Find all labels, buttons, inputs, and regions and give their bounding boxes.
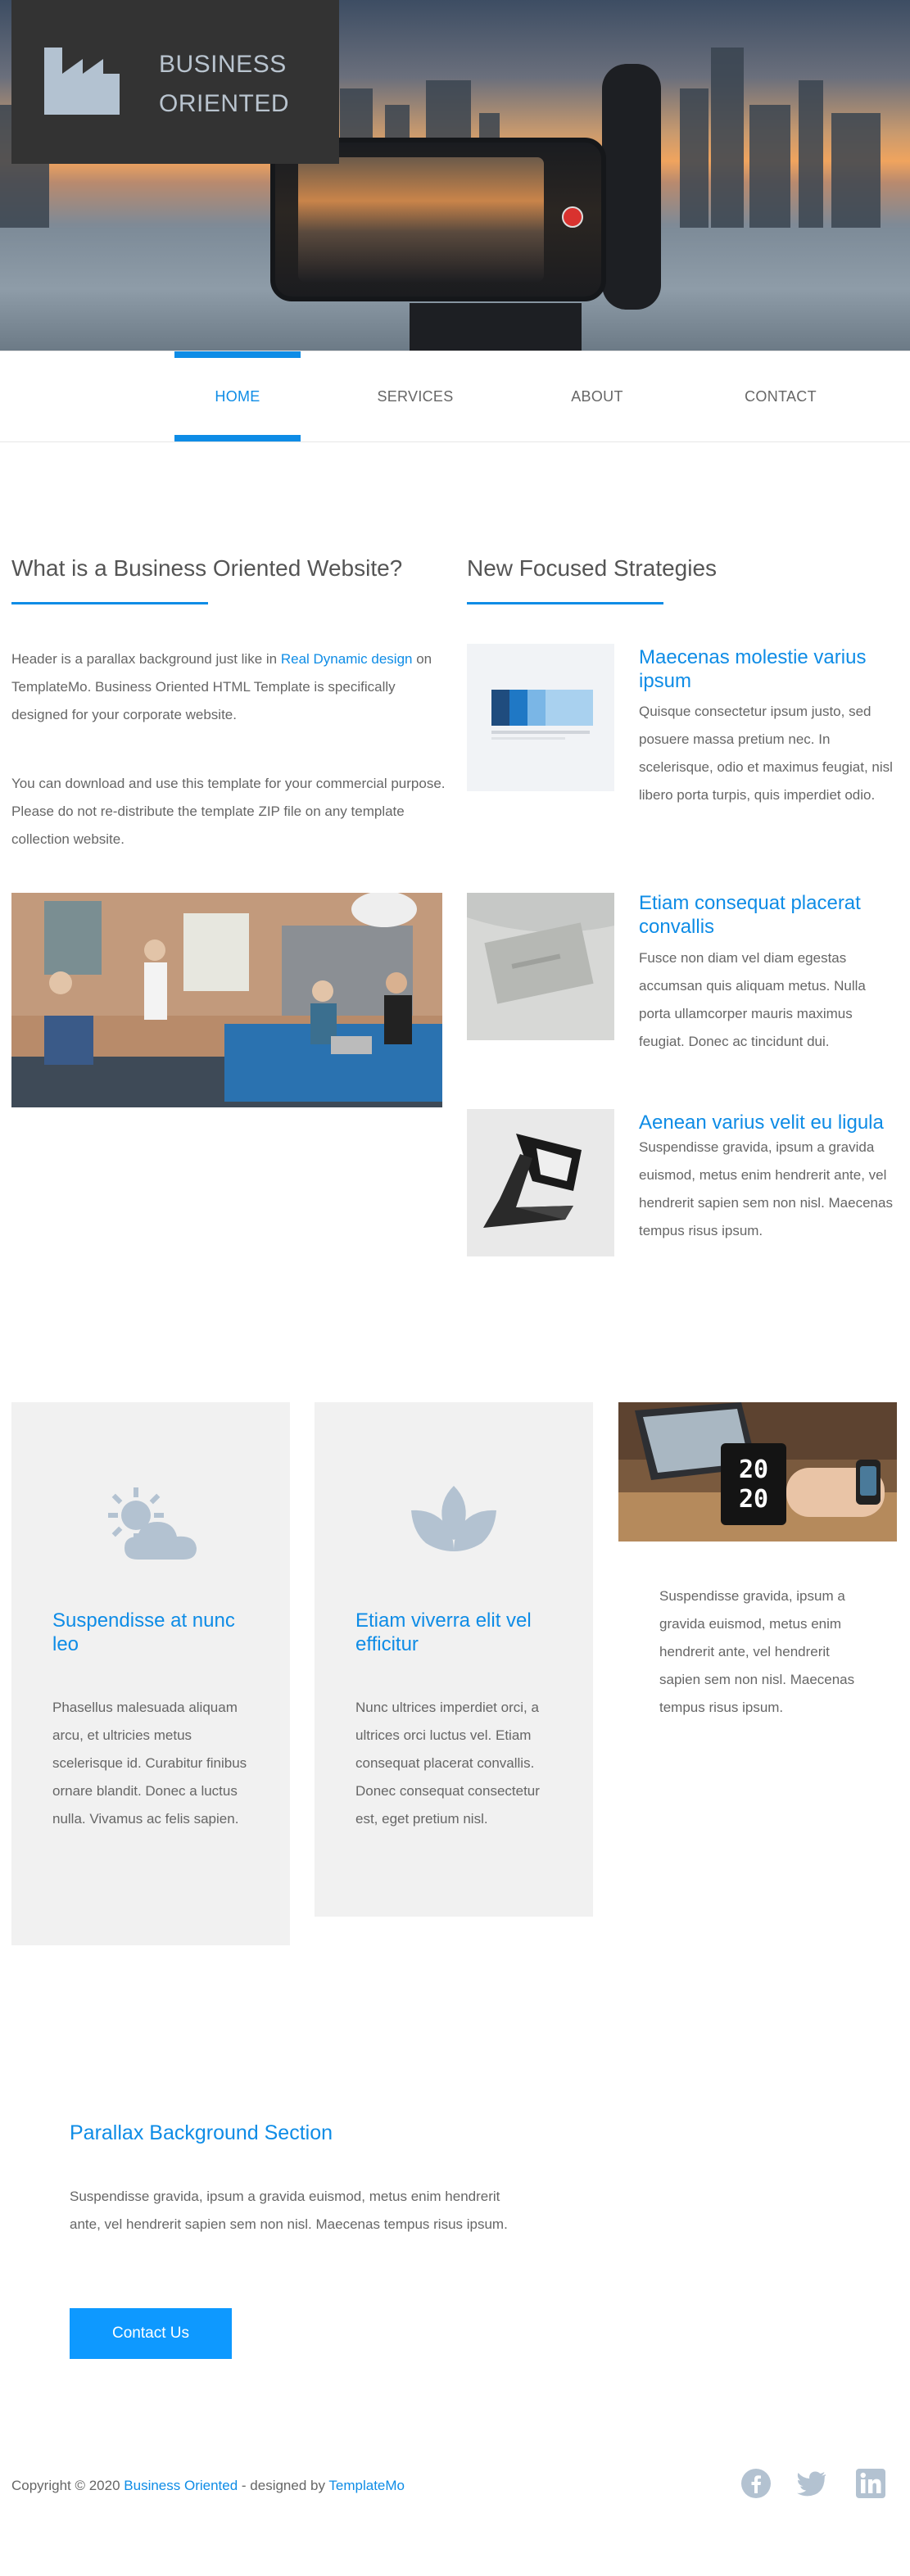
designed-by-text: - designed by xyxy=(238,2478,329,2493)
card-1-text: Phasellus malesuada aliquam arcu, et ult… xyxy=(52,1700,247,1827)
strategies-title-underline xyxy=(467,602,663,604)
intro-p1-text: Header is a parallax background just lik… xyxy=(11,651,281,667)
intro-title: What is a Business Oriented Website? xyxy=(11,555,403,581)
card-3-text: Suspendisse gravida, ipsum a gravida eui… xyxy=(659,1588,855,1715)
nav-contact[interactable]: CONTACT xyxy=(718,351,844,441)
twitter-icon[interactable] xyxy=(796,2468,827,2499)
strategies-title: New Focused Strategies xyxy=(467,555,718,581)
nav-services[interactable]: SERVICES xyxy=(352,351,478,441)
card-1-title: Suspendisse at nunc leo xyxy=(52,1609,235,1655)
real-dynamic-link[interactable]: Real Dynamic design xyxy=(281,651,413,667)
strategy-1-text: Quisque consectetur ipsum justo, sed pos… xyxy=(639,704,893,803)
lotus-icon xyxy=(411,1486,496,1551)
strategy-3-title: Aenean varius velit eu ligula xyxy=(639,1111,884,1134)
business-card-image xyxy=(467,893,614,1040)
footer-copyright: Copyright © 2020 Business Oriented - des… xyxy=(11,2478,405,2494)
factory-icon xyxy=(44,48,120,115)
card-2-text: Nunc ultrices imperdiet orci, a ultrices… xyxy=(355,1700,540,1827)
coffee-mug-photo: 20 20 xyxy=(618,1402,897,1542)
facebook-icon[interactable] xyxy=(740,2468,772,2499)
service-card-1: Suspendisse at nunc leo Phasellus malesu… xyxy=(11,1402,290,1945)
strategy-2-title: Etiam consequat placerat convallis xyxy=(639,892,861,938)
intro-paragraph-1: Header is a parallax background just lik… xyxy=(11,645,437,729)
linkedin-icon[interactable] xyxy=(855,2468,886,2499)
color-palette-image xyxy=(467,644,614,791)
strategy-3-text: Suspendisse gravida, ipsum a gravida eui… xyxy=(639,1139,893,1238)
record-button-icon xyxy=(562,206,583,228)
gimbal-handle xyxy=(602,64,661,310)
strategy-2-text: Fusce non diam vel diam egestas accumsan… xyxy=(639,950,866,1049)
abstract-object-image xyxy=(467,1109,614,1256)
mug-label-bottom: 20 xyxy=(739,1485,768,1514)
intro-title-underline xyxy=(11,602,208,604)
main-nav: HOME SERVICES ABOUT CONTACT xyxy=(0,351,910,442)
card-2-title: Etiam viverra elit vel efficitur xyxy=(355,1609,532,1655)
templatemo-link[interactable]: TemplateMo xyxy=(328,2478,405,2493)
copyright-text: Copyright © 2020 xyxy=(11,2478,125,2493)
mug-label-top: 20 xyxy=(739,1456,768,1484)
brand-link[interactable]: Business Oriented xyxy=(124,2478,238,2493)
parallax-text: Suspendisse gravida, ipsum a gravida eui… xyxy=(70,2189,508,2232)
parallax-title: Parallax Background Section xyxy=(70,2121,333,2144)
sun-cloud-icon xyxy=(108,1487,197,1560)
intro-paragraph-2: You can download and use this template f… xyxy=(11,776,446,847)
strategy-1-title: Maecenas molestie varius ipsum xyxy=(639,646,867,692)
team-meeting-photo xyxy=(11,893,442,1107)
brand-logo[interactable]: BUSINESS ORIENTED xyxy=(11,0,339,164)
nav-home[interactable]: HOME xyxy=(174,351,301,441)
brand-line-2: ORIENTED xyxy=(159,90,290,117)
service-card-2: Etiam viverra elit vel efficitur Nunc ul… xyxy=(315,1402,593,1917)
contact-us-button[interactable]: Contact Us xyxy=(70,2308,232,2359)
nav-about[interactable]: ABOUT xyxy=(534,351,660,441)
brand-line-1: BUSINESS xyxy=(159,51,287,78)
